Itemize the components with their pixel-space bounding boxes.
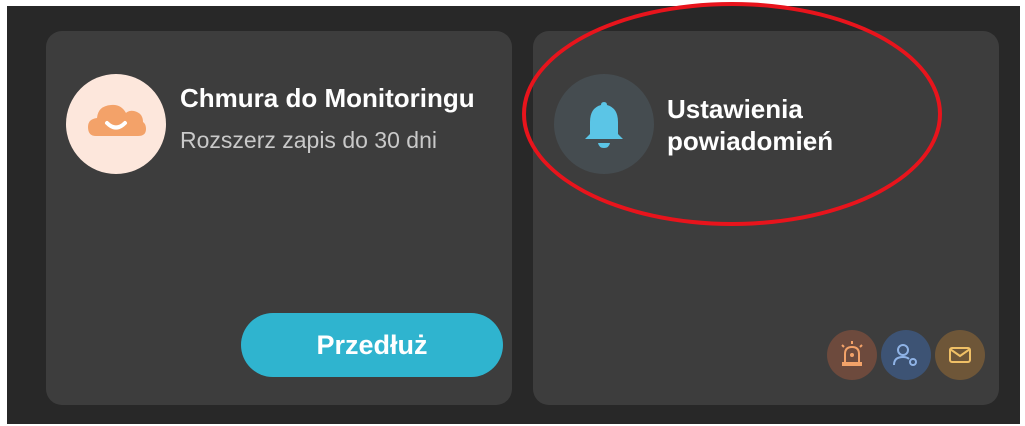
user-channel-badge	[881, 330, 931, 380]
mail-icon	[949, 347, 971, 363]
cloud-card-title: Chmura do Monitoringu	[180, 83, 475, 113]
alarm-channel-badge	[827, 330, 877, 380]
cloud-monitoring-card[interactable]: Chmura do Monitoringu Rozszerz zapis do …	[46, 31, 512, 405]
cloud-icon-badge	[66, 74, 166, 174]
cloud-card-subtitle: Rozszerz zapis do 30 dni	[180, 127, 437, 153]
cloud-icon	[88, 104, 146, 136]
annotation-highlight-ellipse	[522, 2, 942, 226]
alarm-siren-icon	[841, 341, 863, 366]
user-key-icon	[893, 344, 917, 366]
renew-button[interactable]: Przedłuż	[241, 313, 503, 377]
mail-channel-badge	[935, 330, 985, 380]
